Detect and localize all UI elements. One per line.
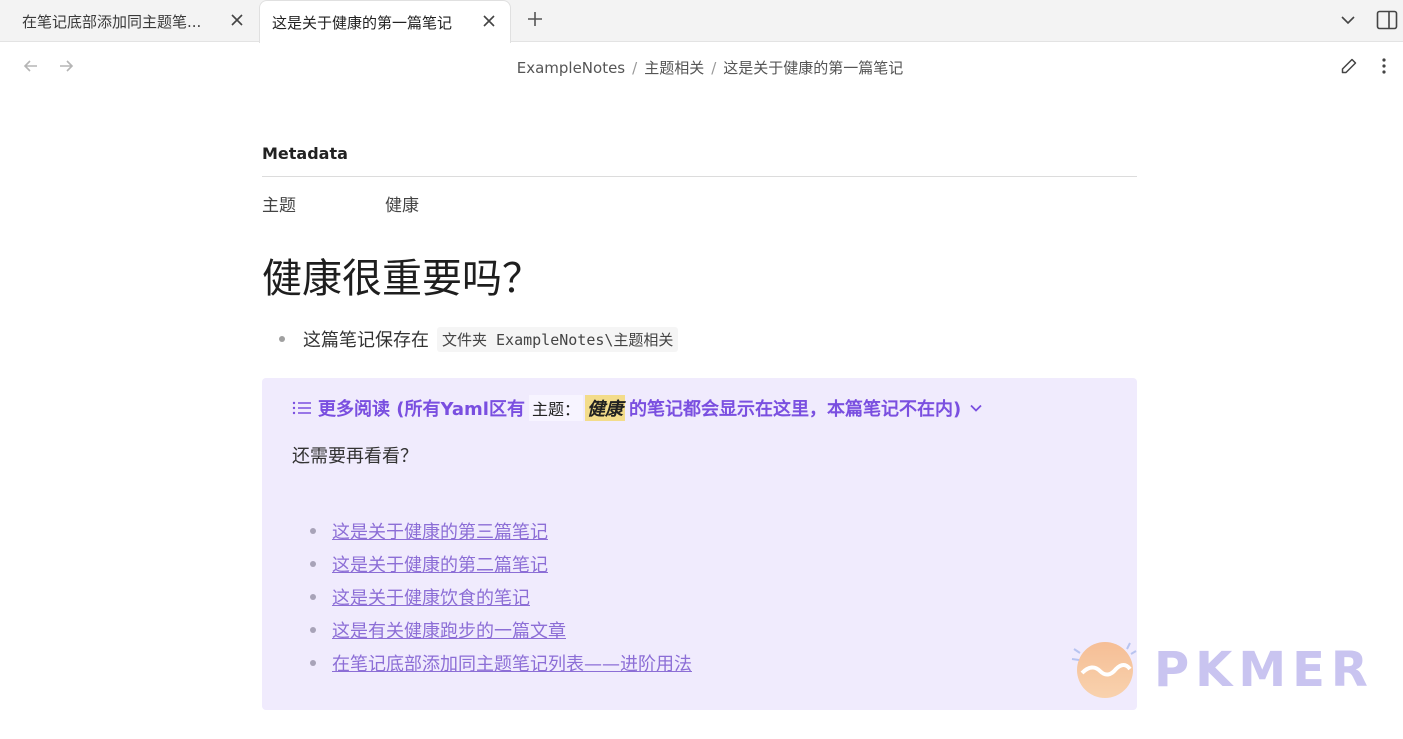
callout-body: 还需要再看看？ [292,446,418,467]
tab-list-button[interactable] [1336,8,1360,32]
list-item: 这是有关健康跑步的一篇文章 [310,613,692,646]
tab-title: 在笔记底部添加同主题笔... [22,12,202,31]
note-link[interactable]: 这是关于健康饮食的笔记 [332,584,530,610]
close-icon[interactable] [226,9,248,31]
list-item: 这是关于健康的第二篇笔记 [310,547,692,580]
callout-title-suffix: 的笔记都会显示在这里，本篇笔记不在内) [628,399,962,420]
list-item: 在笔记底部添加同主题笔记列表——进阶用法 [310,646,692,679]
bullet-text: 这篇笔记保存在 [303,330,429,351]
pencil-icon [1341,58,1357,74]
metadata-value[interactable]: 健康 [385,191,419,216]
note-link[interactable]: 这是关于健康的第二篇笔记 [332,551,548,577]
callout-title-highlight: 健康 [584,395,625,421]
list-item: 这是关于健康的第三篇笔记 [310,514,692,547]
list-item: 这篇笔记保存在 文件夹 ExampleNotes\主题相关 [262,326,1137,352]
new-tab-button[interactable] [522,6,548,32]
tab-title: 这是关于健康的第一篇笔记 [272,13,453,32]
plus-icon [528,12,542,26]
bullet-dot [310,560,316,567]
chevron-down-icon[interactable] [969,401,983,415]
list-item: 这是关于健康饮食的笔记 [310,580,692,613]
breadcrumb-item[interactable]: 主题相关 [644,59,704,77]
sidebar-toggle-button[interactable] [1374,7,1400,33]
bullet-dot [279,336,285,342]
bullet-dot [310,626,316,633]
bullet-dot [310,593,316,600]
tab-active[interactable]: 这是关于健康的第一篇笔记 [259,0,511,43]
callout-title-code: 主题： [528,395,583,421]
metadata-row: 主题 健康 [262,191,1137,216]
tab-inactive[interactable]: 在笔记底部添加同主题笔... [0,0,258,42]
pkmer-logo-icon [1071,642,1137,698]
sidebar-toggle-icon [1376,10,1398,30]
close-icon[interactable] [478,10,500,32]
list-icon [292,400,312,416]
inline-code: 文件夹 ExampleNotes\主题相关 [437,326,679,352]
note-title: 健康很重要吗？ [262,256,542,302]
metadata-key[interactable]: 主题 [262,191,385,216]
note-link[interactable]: 这是关于健康的第三篇笔记 [332,518,548,544]
pkmer-watermark: PKMER [1070,630,1390,710]
note-link[interactable]: 这是有关健康跑步的一篇文章 [332,617,566,643]
watermark-text: PKMER [1154,642,1374,698]
more-vertical-icon [1382,58,1386,74]
tab-bar: 在笔记底部添加同主题笔... 这是关于健康的第一篇笔记 [0,0,1403,43]
metadata-heading: Metadata [262,140,1137,177]
chevron-down-icon [1341,16,1355,25]
more-options-button[interactable] [1372,54,1396,78]
link-list: 这是关于健康的第三篇笔记 这是关于健康的第二篇笔记 这是关于健康饮食的笔记 这是… [310,514,692,679]
bullet-dot [310,659,316,666]
callout-title[interactable]: 更多阅读 (所有Yaml区有 主题： 健康 的笔记都会显示在这里，本篇笔记不在内… [292,395,983,421]
bullet-dot [310,527,316,534]
edit-button[interactable] [1337,54,1361,78]
callout-title-prefix: 更多阅读 (所有Yaml区有 [318,399,525,420]
breadcrumb: ExampleNotes / 主题相关 / 这是关于健康的第一篇笔记 [516,59,904,77]
note-link[interactable]: 在笔记底部添加同主题笔记列表——进阶用法 [332,650,692,676]
view-header: ExampleNotes / 主题相关 / 这是关于健康的第一篇笔记 [0,43,1403,91]
callout: 更多阅读 (所有Yaml区有 主题： 健康 的笔记都会显示在这里，本篇笔记不在内… [262,378,1137,710]
breadcrumb-current[interactable]: 这是关于健康的第一篇笔记 [723,59,903,77]
breadcrumb-item[interactable]: ExampleNotes [517,59,625,77]
note-content: Metadata 主题 健康 健康很重要吗？ 这篇笔记保存在 文件夹 Examp… [262,140,1137,352]
